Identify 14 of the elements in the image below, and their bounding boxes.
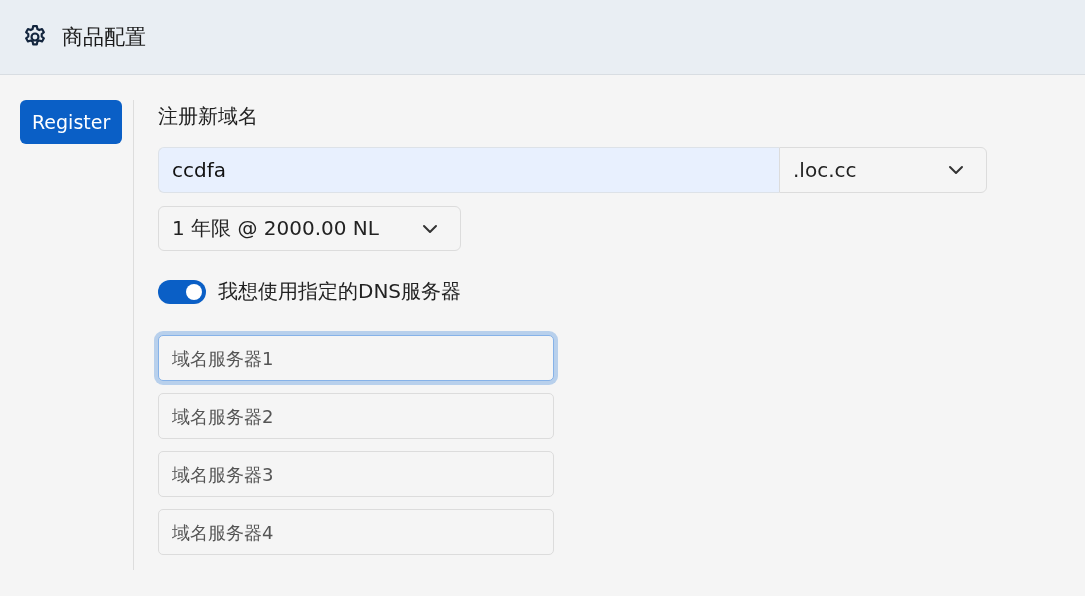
- period-dropdown[interactable]: 1 年限 @ 2000.00 NL: [158, 206, 461, 251]
- dns-toggle[interactable]: [158, 279, 206, 304]
- domain-input[interactable]: ccdfa: [158, 147, 779, 193]
- nameserver-field[interactable]: 域名服务器3: [158, 451, 554, 497]
- nameserver-field[interactable]: 域名服务器2: [158, 393, 554, 439]
- nameserver-field[interactable]: 域名服务器4: [158, 509, 554, 555]
- section-heading: 注册新域名: [158, 103, 259, 127]
- tld-dropdown[interactable]: .loc.cc: [779, 147, 987, 193]
- chevron-icon: [948, 165, 964, 175]
- page-title: 商品配置: [62, 24, 146, 51]
- chevron-icon: [422, 223, 438, 234]
- nameserver-field[interactable]: 域名服务器1: [158, 335, 554, 381]
- toggle-label: 我想使用指定的DNS服务器: [218, 278, 462, 305]
- register-button[interactable]: Register: [20, 100, 123, 144]
